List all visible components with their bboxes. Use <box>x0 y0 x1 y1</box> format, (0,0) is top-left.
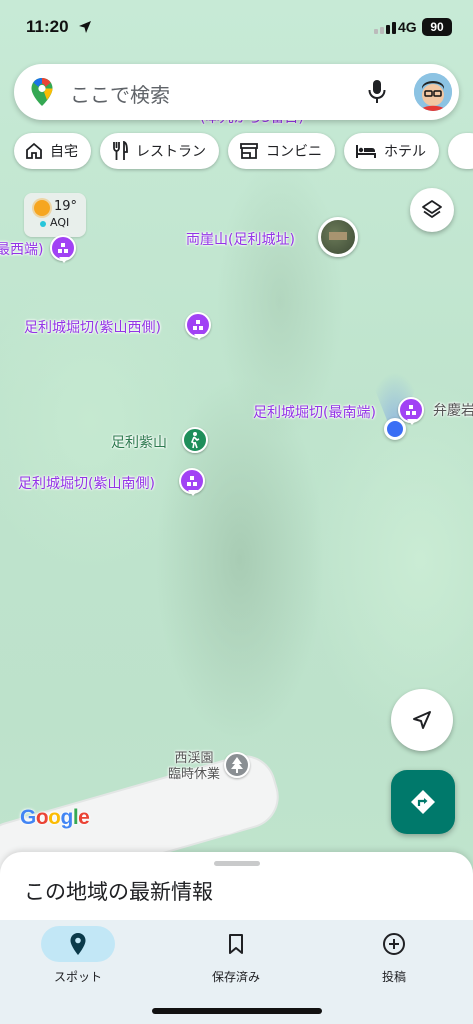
store-icon <box>240 143 258 159</box>
google-logo: Google <box>20 806 90 829</box>
place-label-ryogaisan[interactable]: 両崖山(足利城址) <box>186 229 295 249</box>
hiking-trail-icon[interactable] <box>182 427 208 453</box>
sheet-drag-handle[interactable] <box>214 861 260 866</box>
nav-icon-container <box>199 926 273 962</box>
nav-tab-saved[interactable]: 保存済み <box>186 926 286 985</box>
bookmark-icon <box>229 934 243 954</box>
hotel-icon <box>356 145 376 158</box>
place-label-nishikeien[interactable]: 西渓園 臨時休業 <box>168 751 220 783</box>
location-pin-icon <box>70 933 86 955</box>
status-bar: 11:20 4G 90 <box>0 0 473 54</box>
directions-button[interactable] <box>391 770 455 834</box>
landmark-pin-icon[interactable] <box>185 312 211 340</box>
aqi-indicator-dot <box>40 221 46 227</box>
chip-hotel[interactable]: ホテル <box>344 133 439 169</box>
chip-label: レストラン <box>136 144 206 160</box>
category-chips: 自宅 レストラン コンビニ ホテル <box>14 133 473 169</box>
profile-avatar[interactable] <box>414 73 452 111</box>
aqi-label: AQI <box>50 216 70 229</box>
location-arrow-icon <box>79 21 91 33</box>
nav-label: 保存済み <box>211 970 260 984</box>
place-label-horikiri-south[interactable]: 足利城堀切(紫山南側) <box>18 473 155 493</box>
layers-button[interactable] <box>410 188 454 232</box>
mic-icon[interactable] <box>366 78 388 106</box>
chip-restaurant[interactable]: レストラン <box>100 133 219 169</box>
google-maps-pin-icon <box>31 78 53 106</box>
nav-tab-post[interactable]: 投稿 <box>344 926 444 985</box>
navigation-arrow-icon <box>413 711 431 729</box>
nav-icon-container <box>41 926 115 962</box>
nav-label: スポット <box>53 970 102 984</box>
place-photo-thumbnail[interactable] <box>318 217 358 257</box>
landmark-pin-icon[interactable] <box>179 468 205 496</box>
network-type: 4G <box>398 19 417 35</box>
search-input[interactable]: ここで検索 <box>70 79 170 108</box>
current-location-dot <box>384 418 406 440</box>
park-tree-icon[interactable] <box>224 752 250 778</box>
directions-icon <box>411 790 435 814</box>
chip-more[interactable] <box>448 133 473 169</box>
home-indicator[interactable] <box>152 1008 322 1014</box>
battery-level: 90 <box>422 18 452 36</box>
status-time: 11:20 <box>26 17 69 36</box>
place-label-ashikaga-shizan[interactable]: 足利紫山 <box>111 432 167 452</box>
chip-label: コンビニ <box>266 144 322 160</box>
place-name: 西渓園 <box>174 751 214 766</box>
place-label-horikiri-south-end[interactable]: 足利城堀切(最南端) <box>253 402 376 422</box>
add-circle-icon <box>383 933 405 955</box>
search-bar[interactable]: ここで検索 <box>14 64 459 120</box>
place-status: 臨時休業 <box>168 767 221 782</box>
sheet-title: この地域の最新情報 <box>24 880 213 904</box>
my-location-button[interactable] <box>391 689 453 751</box>
chip-label: 自宅 <box>50 144 78 160</box>
chip-label: ホテル <box>384 144 426 160</box>
nav-label: 投稿 <box>381 970 406 984</box>
restaurant-icon <box>113 141 128 160</box>
weather-widget[interactable]: 19° AQI <box>24 193 86 237</box>
nav-tab-spots[interactable]: スポット <box>28 926 128 985</box>
place-label-west-end[interactable]: 最西端) <box>0 239 43 259</box>
chip-convenience-store[interactable]: コンビニ <box>228 133 335 169</box>
sunny-weather-icon <box>34 200 50 216</box>
nav-icon-container <box>357 926 431 962</box>
home-icon <box>26 142 42 159</box>
chip-home[interactable]: 自宅 <box>14 133 91 169</box>
place-label-bentenga[interactable]: 弁慶岩 <box>433 400 473 420</box>
place-label-horikiri-west[interactable]: 足利城堀切(紫山西側) <box>24 317 161 337</box>
layers-icon <box>422 200 442 218</box>
temperature: 19° <box>54 199 78 214</box>
landmark-pin-icon[interactable] <box>398 397 424 425</box>
signal-icon <box>374 22 396 34</box>
landmark-pin-icon[interactable] <box>50 235 76 263</box>
